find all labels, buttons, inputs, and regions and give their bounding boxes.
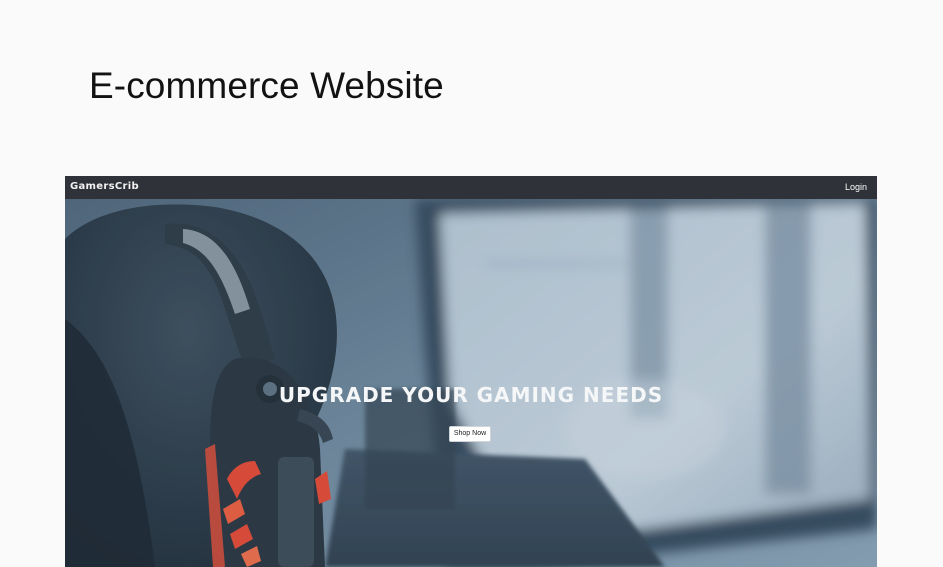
shop-now-button[interactable]: Shop Now	[449, 426, 491, 442]
hero-heading: UPGRADE YOUR GAMING NEEDS	[278, 383, 664, 407]
hero-banner: UPGRADE YOUR GAMING NEEDS Shop Now	[65, 199, 877, 567]
brand-logo[interactable]: GamersCrib	[70, 180, 139, 194]
login-link[interactable]: Login	[845, 181, 867, 193]
site-navbar: GamersCrib Login	[65, 176, 877, 199]
page: E-commerce Website GamersCrib Login UPGR…	[0, 0, 943, 567]
website-preview: GamersCrib Login UPGRADE YOUR GAMING NEE…	[65, 176, 877, 567]
page-title: E-commerce Website	[89, 65, 444, 106]
